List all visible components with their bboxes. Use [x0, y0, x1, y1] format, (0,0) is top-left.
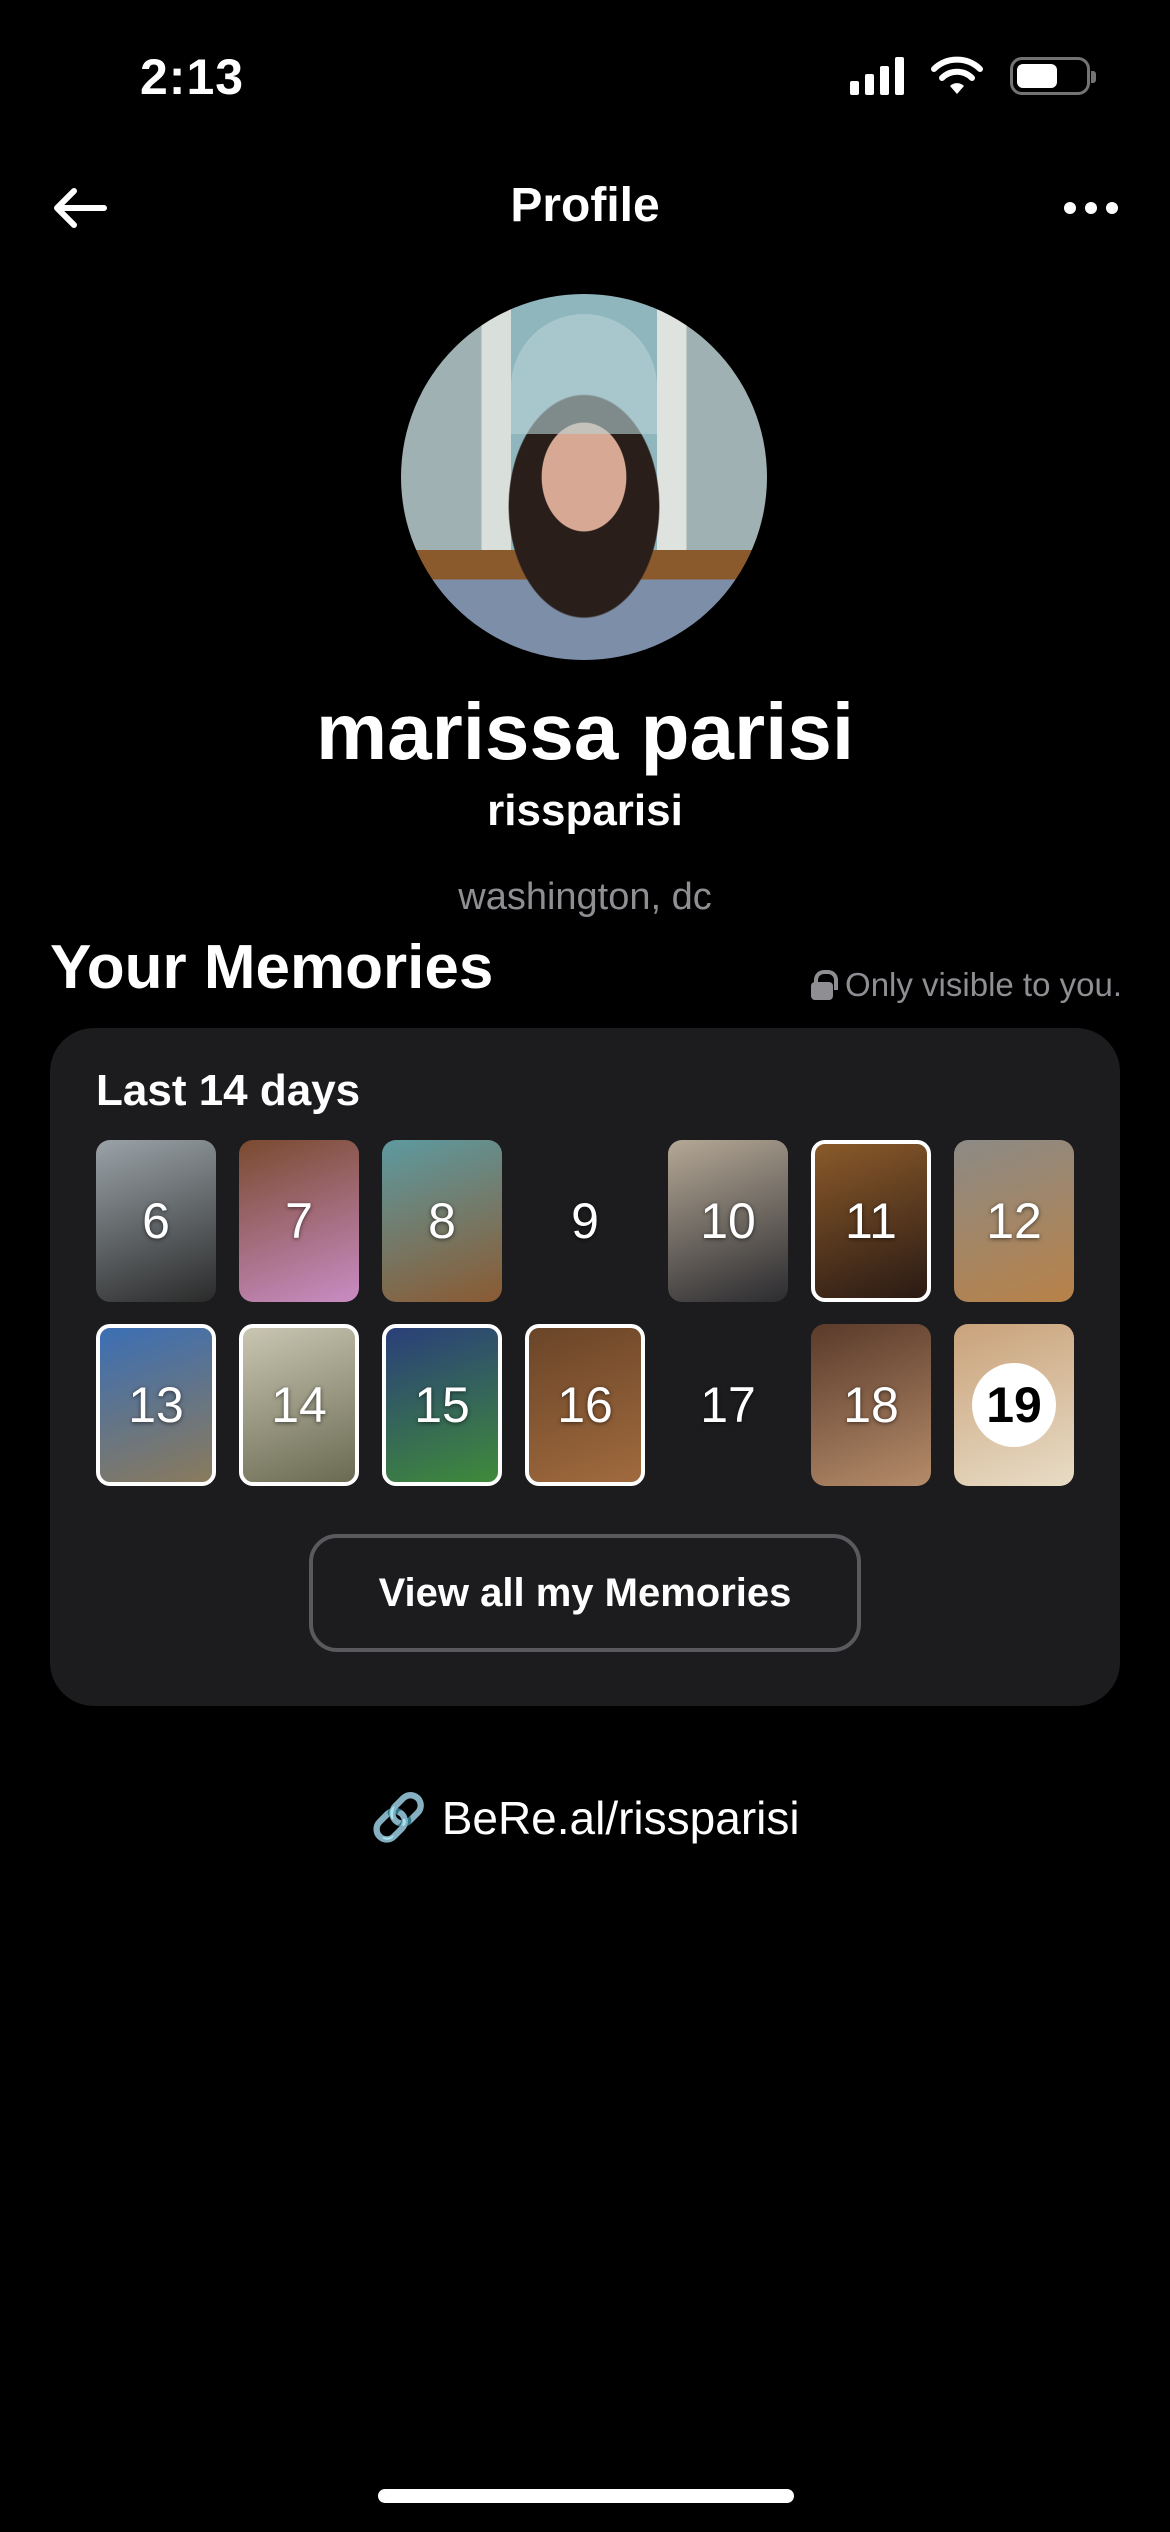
memory-day-14[interactable]: 14 [239, 1324, 359, 1486]
memory-day-label: 18 [843, 1377, 899, 1433]
memory-day-17: 17 [668, 1324, 788, 1486]
more-options-button[interactable] [1056, 176, 1126, 240]
location: washington, dc [458, 876, 712, 918]
profile-link-text: BeRe.al/rissparisi [441, 1791, 800, 1844]
memory-day-9: 9 [525, 1140, 645, 1302]
view-all-memories-button[interactable]: View all my Memories [309, 1534, 861, 1652]
memory-day-8[interactable]: 8 [382, 1140, 502, 1302]
memory-day-13[interactable]: 13 [96, 1324, 216, 1486]
memory-day-label: 15 [414, 1377, 470, 1433]
status-icons [850, 56, 1096, 96]
memory-day-10[interactable]: 10 [668, 1140, 788, 1302]
battery-icon [1010, 57, 1096, 95]
memory-day-label: 12 [986, 1193, 1042, 1249]
ellipsis-icon [1064, 202, 1076, 214]
memory-day-label: 11 [845, 1193, 897, 1249]
memory-day-12[interactable]: 12 [954, 1140, 1074, 1302]
memory-day-label: 8 [428, 1193, 456, 1249]
memory-day-18[interactable]: 18 [811, 1324, 931, 1486]
memory-day-7[interactable]: 7 [239, 1140, 359, 1302]
memory-day-16[interactable]: 16 [525, 1324, 645, 1486]
memory-day-label: 13 [128, 1377, 184, 1433]
memory-day-6[interactable]: 6 [96, 1140, 216, 1302]
link-icon: 🔗 [370, 1791, 428, 1843]
wifi-icon [931, 56, 983, 94]
home-indicator [378, 2489, 794, 2503]
memories-card: Last 14 days 6 7 8 9 10 11 12 13 14 15 16 17 18 19 Vi… [50, 1028, 1120, 1706]
avatar[interactable] [401, 294, 767, 660]
status-time: 2:13 [140, 49, 245, 105]
memory-day-label: 10 [700, 1193, 756, 1249]
memory-day-label: 7 [285, 1193, 313, 1249]
profile-link[interactable]: 🔗 BeRe.al/rissparisi [0, 1790, 1170, 1845]
memories-title: Your Memories [50, 933, 494, 1002]
lock-icon [811, 970, 839, 1000]
memory-day-19[interactable]: 19 [954, 1324, 1074, 1486]
page-title: Profile [510, 179, 660, 232]
visibility-note: Only visible to you. [811, 966, 1122, 1004]
memory-day-label: 9 [571, 1193, 599, 1249]
memory-day-label: 14 [271, 1377, 327, 1433]
memory-day-label: 19 [972, 1363, 1056, 1447]
visibility-text: Only visible to you. [845, 966, 1122, 1003]
memory-day-label: 16 [557, 1377, 613, 1433]
memory-day-11[interactable]: 11 [811, 1140, 931, 1302]
display-name: marissa parisi [315, 687, 855, 776]
memory-day-label: 6 [142, 1193, 170, 1249]
memories-grid: 6 7 8 9 10 11 12 13 14 15 16 17 18 19 [96, 1140, 1074, 1486]
memory-day-15[interactable]: 15 [382, 1324, 502, 1486]
memories-card-title: Last 14 days [96, 1066, 361, 1115]
username: rissparisi [487, 786, 683, 835]
memory-day-label: 17 [700, 1377, 756, 1433]
cellular-signal-icon [850, 57, 904, 95]
